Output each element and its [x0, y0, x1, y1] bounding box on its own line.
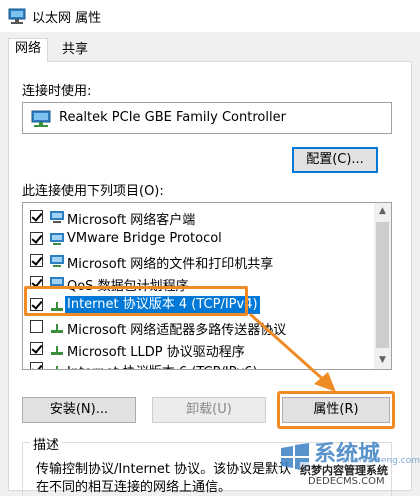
network-adapter-icon: [31, 110, 51, 127]
description-line-2: 在不同的相互连接的网络上通信。: [36, 480, 232, 495]
checkbox[interactable]: [30, 320, 43, 333]
list-item-label: Microsoft LLDP 协议驱动程序: [67, 345, 245, 360]
adapter-name: Realtek PCIe GBE Family Controller: [59, 110, 286, 125]
tab-network[interactable]: 网络: [8, 38, 49, 62]
network-service-icon: [50, 255, 64, 267]
checkbox[interactable]: [30, 210, 43, 223]
scroll-down-icon[interactable]: ▼: [374, 352, 391, 369]
protocol-icon: [56, 366, 58, 369]
window-title: 以太网 属性: [32, 11, 102, 26]
description-legend: 描述: [30, 434, 63, 453]
list-item-label: Microsoft 网络的文件和打印机共享: [67, 257, 274, 272]
scroll-up-icon[interactable]: ▲: [374, 203, 391, 220]
list-item-label: VMware Bridge Protocol: [67, 231, 222, 246]
title-bar: 以太网 属性: [0, 0, 420, 32]
tab-sharing[interactable]: 共享: [56, 40, 94, 62]
list-item[interactable]: VMware Bridge Protocol: [23, 229, 375, 249]
watermark-site: DEDECMS.COM: [308, 476, 385, 487]
checkbox[interactable]: [30, 254, 43, 267]
list-item[interactable]: Internet 协议版本 6 (TCP/IPv6): [23, 359, 375, 369]
list-item[interactable]: Microsoft 网络适配器多路传送器协议: [23, 317, 375, 338]
uninstall-button[interactable]: 卸载(U): [152, 397, 266, 423]
list-scrollbar[interactable]: ▲ ▼: [374, 203, 391, 369]
protocol-icon: [51, 324, 63, 333]
description-line-1: 传输控制协议/Internet 协议。该协议是默认: [36, 462, 292, 477]
configure-button[interactable]: 配置(C)...: [292, 147, 378, 173]
network-adapter-icon: [8, 8, 26, 24]
checkbox[interactable]: [30, 362, 43, 369]
install-button[interactable]: 安装(N)...: [22, 397, 136, 423]
items-label: 此连接使用下列项目(O):: [22, 184, 164, 199]
list-item[interactable]: Microsoft 网络的文件和打印机共享: [23, 251, 375, 272]
tab-strip: 网络 共享: [0, 32, 420, 62]
network-service-icon: [50, 233, 64, 245]
checkbox[interactable]: [30, 342, 43, 355]
adapter-field: Realtek PCIe GBE Family Controller: [22, 102, 392, 134]
list-item[interactable]: Microsoft 网络客户端: [23, 207, 375, 228]
protocol-icon: [51, 346, 63, 355]
ipv4-highlight-box: [24, 286, 248, 316]
connect-using-label: 连接时使用:: [22, 84, 92, 99]
network-client-icon: [50, 211, 64, 223]
checkbox[interactable]: [30, 232, 43, 245]
properties-highlight-box: [277, 391, 395, 429]
list-item[interactable]: Microsoft LLDP 协议驱动程序: [23, 339, 375, 360]
list-item-label: Microsoft 网络客户端: [67, 213, 196, 228]
list-item-label: Microsoft 网络适配器多路传送器协议: [67, 323, 287, 338]
watermark: 系统城 xitongcheng.com 织梦内容管理系统 DEDECMS.COM: [278, 436, 420, 496]
list-item-label: Internet 协议版本 6 (TCP/IPv6): [67, 361, 258, 369]
scroll-thumb[interactable]: [376, 222, 389, 348]
